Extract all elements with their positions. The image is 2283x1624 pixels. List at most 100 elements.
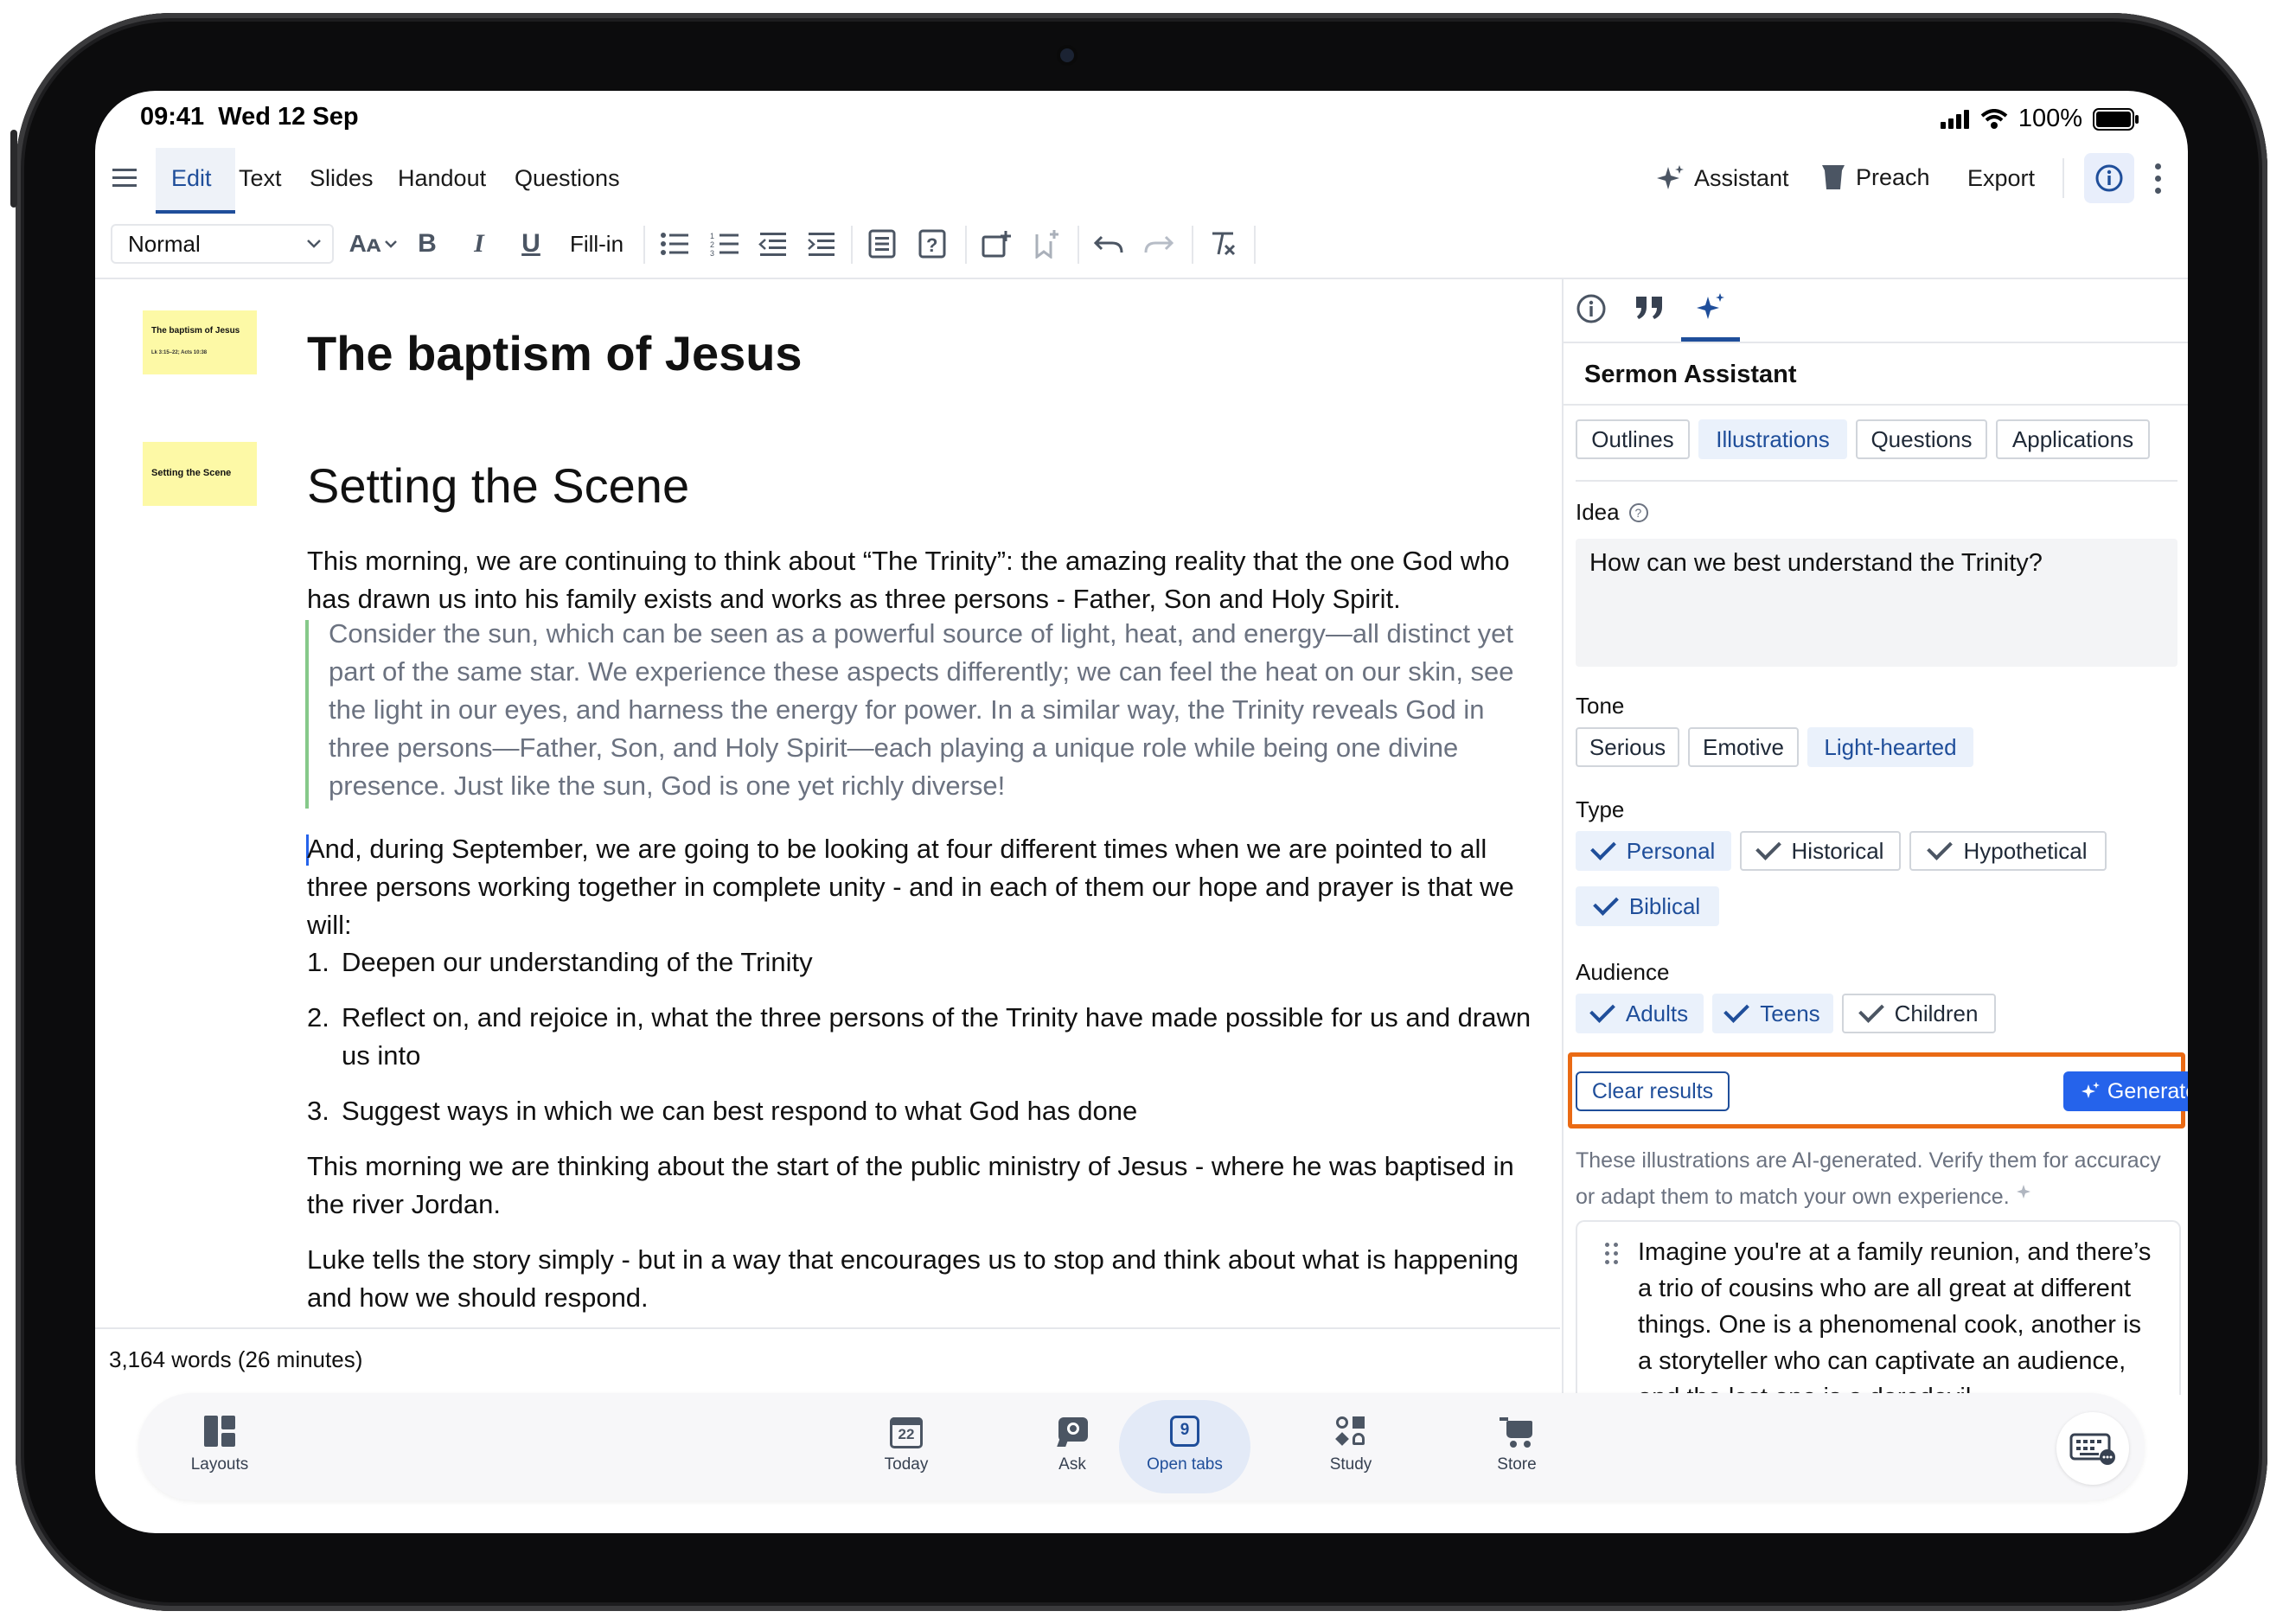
- tab-open-tabs[interactable]: 9 Open tabs: [1133, 1414, 1237, 1474]
- italic-button[interactable]: I: [462, 224, 496, 264]
- tone-label: Tone: [1576, 693, 1625, 719]
- type-biblical[interactable]: Biblical: [1576, 886, 1719, 926]
- mode-illustrations[interactable]: Illustrations: [1698, 419, 1847, 459]
- info-tab-icon[interactable]: [1576, 293, 1607, 329]
- undo-icon[interactable]: [1090, 224, 1128, 264]
- status-bar: 09:41 Wed 12 Sep 100%: [95, 91, 2188, 146]
- menu-slides[interactable]: Slides: [310, 165, 374, 192]
- toolbar-divider: [1078, 226, 1079, 264]
- clear-results-button[interactable]: Clear results: [1576, 1071, 1730, 1111]
- hamburger-menu-icon[interactable]: [112, 165, 140, 191]
- toolbar-divider: [643, 226, 645, 264]
- tone-serious[interactable]: Serious: [1576, 727, 1679, 767]
- assistant-button[interactable]: Assistant: [1656, 163, 1789, 193]
- format-toolbar: Normal Aᴀ B I U Fill-in 123 ?: [95, 214, 2188, 279]
- menu-questions[interactable]: Questions: [515, 165, 620, 192]
- slide-thumb-subtitle: Lk 3:15–22; Acts 10:38: [151, 350, 208, 355]
- numbered-list-icon[interactable]: 123: [706, 224, 744, 264]
- bold-button[interactable]: B: [410, 224, 444, 264]
- indent-icon[interactable]: [803, 224, 841, 264]
- sparkle-icon: [1697, 292, 1724, 319]
- editor-footer: 3,164 words (26 minutes): [95, 1327, 1560, 1395]
- bottom-tab-bar: Layouts 22 Today Ask 9 Open tabs Study S…: [138, 1393, 2145, 1500]
- battery-percent: 100%: [2018, 105, 2082, 132]
- study-icon: [1333, 1414, 1368, 1448]
- toolbar-divider: [965, 226, 967, 264]
- question-block-icon[interactable]: ?: [913, 224, 951, 264]
- type-hypothetical[interactable]: Hypothetical: [1909, 831, 2107, 871]
- tab-layouts[interactable]: Layouts: [168, 1414, 272, 1474]
- divider: [1576, 480, 2177, 482]
- tab-ask[interactable]: Ask: [1020, 1414, 1124, 1474]
- svg-text:3: 3: [710, 249, 714, 257]
- audience-teens[interactable]: Teens: [1712, 994, 1833, 1033]
- generate-more-button[interactable]: Generate more: [2063, 1071, 2188, 1111]
- text-block-icon[interactable]: [863, 224, 901, 264]
- keyboard-icon: [2069, 1433, 2115, 1465]
- more-options-icon[interactable]: [2153, 162, 2162, 196]
- menu-handout[interactable]: Handout: [398, 165, 486, 192]
- underline-button[interactable]: U: [514, 224, 548, 264]
- slide-thumbnail[interactable]: Setting the Scene: [143, 442, 257, 506]
- audience-adults[interactable]: Adults: [1576, 994, 1704, 1033]
- check-icon: [1723, 997, 1750, 1023]
- menu-bar: Edit Text Slides Handout Questions Assis…: [95, 146, 2188, 214]
- drag-handle-icon[interactable]: [1605, 1243, 1619, 1267]
- list-item: Reflect on, and rejoice in, what the thr…: [342, 1002, 1532, 1071]
- mode-questions[interactable]: Questions: [1856, 419, 1987, 459]
- fill-in-button[interactable]: Fill-in: [562, 224, 631, 264]
- chevron-down-icon: [385, 240, 398, 248]
- paragraph: Luke tells the story simply - but in a w…: [307, 1244, 1519, 1313]
- divider: [1564, 404, 2188, 406]
- tone-emotive[interactable]: Emotive: [1688, 727, 1799, 767]
- check-icon: [1927, 834, 1954, 860]
- export-button[interactable]: Export: [1967, 165, 2035, 192]
- slide-thumb-title: Setting the Scene: [151, 468, 232, 478]
- ai-disclaimer: These illustrations are AI-generated. Ve…: [1576, 1148, 2161, 1209]
- sermon-assistant-panel: Sermon Assistant Outlines Illustrations …: [1562, 278, 2188, 1395]
- idea-input[interactable]: How can we best understand the Trinity?: [1576, 539, 2177, 667]
- document-editor[interactable]: The baptism of Jesus Lk 3:15–22; Acts 10…: [95, 278, 1560, 1327]
- audience-children[interactable]: Children: [1842, 994, 1996, 1033]
- bullet-list-icon[interactable]: [655, 224, 694, 264]
- font-size-button[interactable]: Aᴀ: [348, 224, 400, 264]
- type-personal[interactable]: Personal: [1576, 831, 1731, 871]
- tab-today[interactable]: 22 Today: [854, 1414, 958, 1474]
- menu-edit[interactable]: Edit: [171, 165, 212, 192]
- paragraph: And, during September, we are going to b…: [307, 834, 1514, 940]
- bookmark-add-icon[interactable]: [1027, 224, 1065, 264]
- tone-light-hearted[interactable]: Light-hearted: [1807, 727, 1973, 767]
- calendar-icon: 22: [889, 1414, 924, 1448]
- side-button-top: [10, 130, 17, 208]
- mode-outlines[interactable]: Outlines: [1576, 419, 1690, 459]
- app-screen: 09:41 Wed 12 Sep 100% Edit Text Slides H…: [95, 91, 2188, 1533]
- blockquote-illustration: Consider the sun, which can be seen as a…: [329, 618, 1514, 801]
- type-historical[interactable]: Historical: [1740, 831, 1901, 871]
- quote-tab-icon[interactable]: [1634, 295, 1666, 325]
- help-icon[interactable]: ?: [1628, 502, 1649, 523]
- list-number: 1.: [307, 947, 329, 977]
- mode-applications[interactable]: Applications: [1996, 419, 2150, 459]
- redo-icon[interactable]: [1140, 224, 1178, 264]
- list-number: 3.: [307, 1096, 329, 1126]
- document-title: The baptism of Jesus: [307, 326, 803, 380]
- toolbar-divider: [1254, 226, 1256, 264]
- add-slide-icon[interactable]: [977, 224, 1015, 264]
- keyboard-toggle-button[interactable]: [2056, 1412, 2129, 1485]
- status-date: Wed 12 Sep: [218, 103, 359, 131]
- check-icon: [1589, 834, 1616, 860]
- idea-label: Idea ?: [1576, 499, 1649, 526]
- slide-thumbnail[interactable]: The baptism of Jesus Lk 3:15–22; Acts 10…: [143, 310, 257, 374]
- result-card[interactable]: Imagine you're at a family reunion, and …: [1576, 1220, 2181, 1395]
- outdent-icon[interactable]: [754, 224, 792, 264]
- tab-store[interactable]: Store: [1465, 1414, 1569, 1474]
- menu-text[interactable]: Text: [239, 165, 282, 192]
- info-icon: [2095, 164, 2123, 192]
- info-panel-toggle[interactable]: [2084, 153, 2134, 203]
- preach-button[interactable]: Preach: [1821, 163, 1930, 191]
- assistant-tab[interactable]: [1681, 278, 1740, 342]
- tab-study[interactable]: Study: [1299, 1414, 1403, 1474]
- paragraph-style-select[interactable]: Normal: [111, 224, 334, 264]
- clear-formatting-icon[interactable]: [1204, 224, 1242, 264]
- check-icon: [1592, 890, 1619, 916]
